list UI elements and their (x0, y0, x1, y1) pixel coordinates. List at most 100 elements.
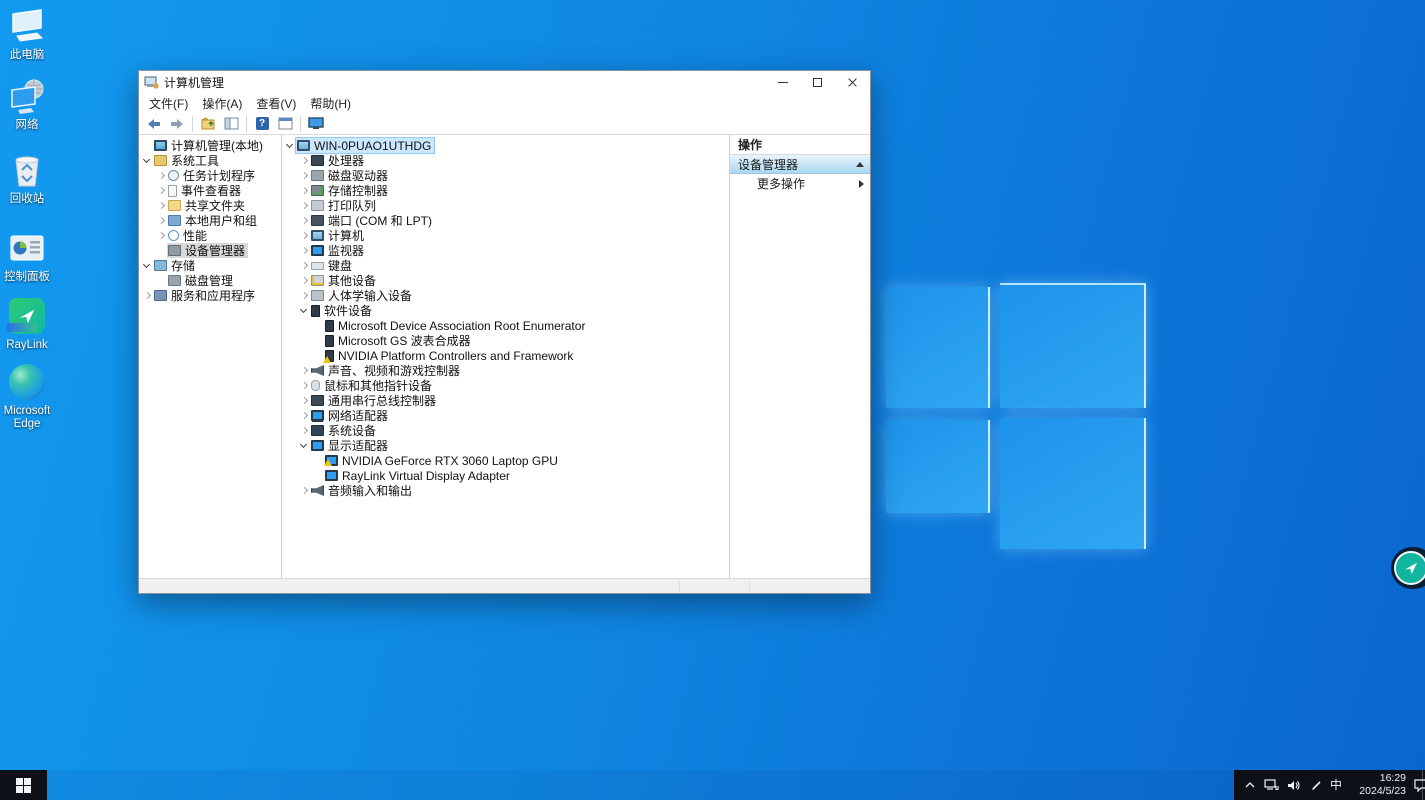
chevron-expanded-icon[interactable] (299, 440, 310, 451)
properties-window-icon (278, 117, 293, 130)
console-tree-item[interactable]: 计算机管理(本地) (139, 138, 281, 153)
maximize-button[interactable] (800, 71, 835, 94)
device-tree-item[interactable]: Microsoft Device Association Root Enumer… (282, 318, 729, 333)
chevron-collapsed-icon[interactable] (156, 215, 167, 226)
console-tree-item[interactable]: 系统工具 (139, 153, 281, 168)
chevron-expanded-icon[interactable] (285, 140, 296, 151)
device-tree-item[interactable]: 监视器 (282, 243, 729, 258)
title-bar[interactable]: 计算机管理 (139, 71, 870, 94)
pen-tray-button[interactable] (1308, 777, 1324, 793)
device-tree-item[interactable]: 打印队列 (282, 198, 729, 213)
menu-item-2[interactable]: 查看(V) (249, 94, 303, 113)
device-tree-item[interactable]: 系统设备 (282, 423, 729, 438)
actions-group-device-manager[interactable]: 设备管理器 (730, 155, 870, 174)
chevron-collapsed-icon[interactable] (299, 365, 310, 376)
processor-icon (311, 155, 324, 166)
device-tree-item[interactable]: RayLink Virtual Display Adapter (282, 468, 729, 483)
network-tray-button[interactable] (1264, 777, 1280, 793)
chevron-collapsed-icon[interactable] (299, 260, 310, 271)
desktop-icon-this-pc[interactable]: 此电脑 (0, 6, 58, 62)
console-tree-item[interactable]: 事件查看器 (139, 183, 281, 198)
desktop-icon-raylink[interactable]: RayLink (0, 296, 58, 352)
device-tree-item[interactable]: 计算机 (282, 228, 729, 243)
device-tree-item[interactable]: 人体学输入设备 (282, 288, 729, 303)
chevron-collapsed-icon[interactable] (299, 380, 310, 391)
chevron-collapsed-icon[interactable] (299, 155, 310, 166)
chevron-expanded-icon[interactable] (142, 260, 153, 271)
desktop-icon-control-panel[interactable]: 控制面板 (0, 228, 58, 284)
taskbar-clock[interactable]: 16:29 2024/5/23 (1348, 772, 1406, 798)
console-tree-item[interactable]: 存储 (139, 258, 281, 273)
desktop-icon-edge[interactable]: Microsoft Edge (0, 362, 58, 431)
control-panel-icon (7, 228, 47, 268)
console-tree-item[interactable]: 本地用户和组 (139, 213, 281, 228)
device-tree-item[interactable]: 端口 (COM 和 LPT) (282, 213, 729, 228)
device-tree-item[interactable]: NVIDIA GeForce RTX 3060 Laptop GPU (282, 453, 729, 468)
device-tree-item[interactable]: 磁盘驱动器 (282, 168, 729, 183)
close-button[interactable] (835, 71, 870, 94)
device-tree-item[interactable]: 通用串行总线控制器 (282, 393, 729, 408)
desktop-icon-recycle-bin[interactable]: 回收站 (0, 150, 58, 206)
chevron-collapsed-icon[interactable] (142, 290, 153, 301)
show-hidden-icons-button[interactable] (1242, 777, 1258, 793)
chevron-collapsed-icon[interactable] (299, 170, 310, 181)
desktop-icon-label: 网络 (0, 119, 58, 132)
console-tree-item[interactable]: 性能 (139, 228, 281, 243)
menu-item-1[interactable]: 操作(A) (195, 94, 249, 113)
device-tree-item[interactable]: WIN-0PUAO1UTHDG (282, 138, 729, 153)
chevron-collapsed-icon[interactable] (299, 410, 310, 421)
chevron-collapsed-icon[interactable] (156, 185, 167, 196)
raylink-floating-widget[interactable] (1391, 547, 1425, 589)
monitor-view-button[interactable] (306, 115, 326, 133)
console-tree-item[interactable]: 磁盘管理 (139, 273, 281, 288)
up-folder-button[interactable] (198, 115, 218, 133)
device-tree-item[interactable]: 软件设备 (282, 303, 729, 318)
console-tree-toggle-button[interactable] (221, 115, 241, 133)
forward-button[interactable] (167, 115, 187, 133)
more-actions-item[interactable]: 更多操作 (730, 174, 870, 193)
device-tree-item[interactable]: 网络适配器 (282, 408, 729, 423)
chevron-expanded-icon[interactable] (142, 155, 153, 166)
chevron-collapsed-icon[interactable] (299, 395, 310, 406)
console-tree-item[interactable]: 设备管理器 (139, 243, 281, 258)
menu-item-0[interactable]: 文件(F) (142, 94, 195, 113)
minimize-button[interactable] (765, 71, 800, 94)
chevron-collapsed-icon[interactable] (156, 230, 167, 241)
chevron-collapsed-icon[interactable] (156, 170, 167, 181)
device-tree-item[interactable]: Microsoft GS 波表合成器 (282, 333, 729, 348)
console-tree-item[interactable]: 服务和应用程序 (139, 288, 281, 303)
device-tree-item[interactable]: 鼠标和其他指针设备 (282, 378, 729, 393)
status-bar (139, 578, 870, 593)
device-tree-item[interactable]: 其他设备 (282, 273, 729, 288)
console-tree-item[interactable]: 任务计划程序 (139, 168, 281, 183)
menu-item-3[interactable]: 帮助(H) (303, 94, 358, 113)
collapse-arrow-icon[interactable] (856, 162, 864, 167)
device-tree-item[interactable]: 处理器 (282, 153, 729, 168)
chevron-collapsed-icon[interactable] (156, 200, 167, 211)
device-tree-item[interactable]: 键盘 (282, 258, 729, 273)
chevron-collapsed-icon[interactable] (299, 290, 310, 301)
chevron-collapsed-icon[interactable] (299, 275, 310, 286)
desktop-icon-network[interactable]: 网络 (0, 76, 58, 132)
device-tree-item[interactable]: 声音、视频和游戏控制器 (282, 363, 729, 378)
volume-tray-button[interactable] (1286, 777, 1302, 793)
ime-indicator[interactable]: 中 (1330, 779, 1342, 791)
chevron-collapsed-icon[interactable] (299, 485, 310, 496)
device-tree-item[interactable]: 音频输入和输出 (282, 483, 729, 498)
chevron-collapsed-icon[interactable] (299, 200, 310, 211)
chevron-expanded-icon[interactable] (299, 305, 310, 316)
console-tree-item[interactable]: 共享文件夹 (139, 198, 281, 213)
device-tree-pane: WIN-0PUAO1UTHDG处理器磁盘驱动器存储控制器打印队列端口 (COM … (282, 135, 730, 578)
start-button[interactable] (0, 770, 47, 800)
device-tree-item[interactable]: 存储控制器 (282, 183, 729, 198)
help-button[interactable] (252, 115, 272, 133)
chevron-collapsed-icon[interactable] (299, 425, 310, 436)
chevron-collapsed-icon[interactable] (299, 245, 310, 256)
chevron-collapsed-icon[interactable] (299, 185, 310, 196)
chevron-collapsed-icon[interactable] (299, 215, 310, 226)
back-button[interactable] (144, 115, 164, 133)
chevron-collapsed-icon[interactable] (299, 230, 310, 241)
device-tree-item[interactable]: NVIDIA Platform Controllers and Framewor… (282, 348, 729, 363)
properties-button[interactable] (275, 115, 295, 133)
device-tree-item[interactable]: 显示适配器 (282, 438, 729, 453)
